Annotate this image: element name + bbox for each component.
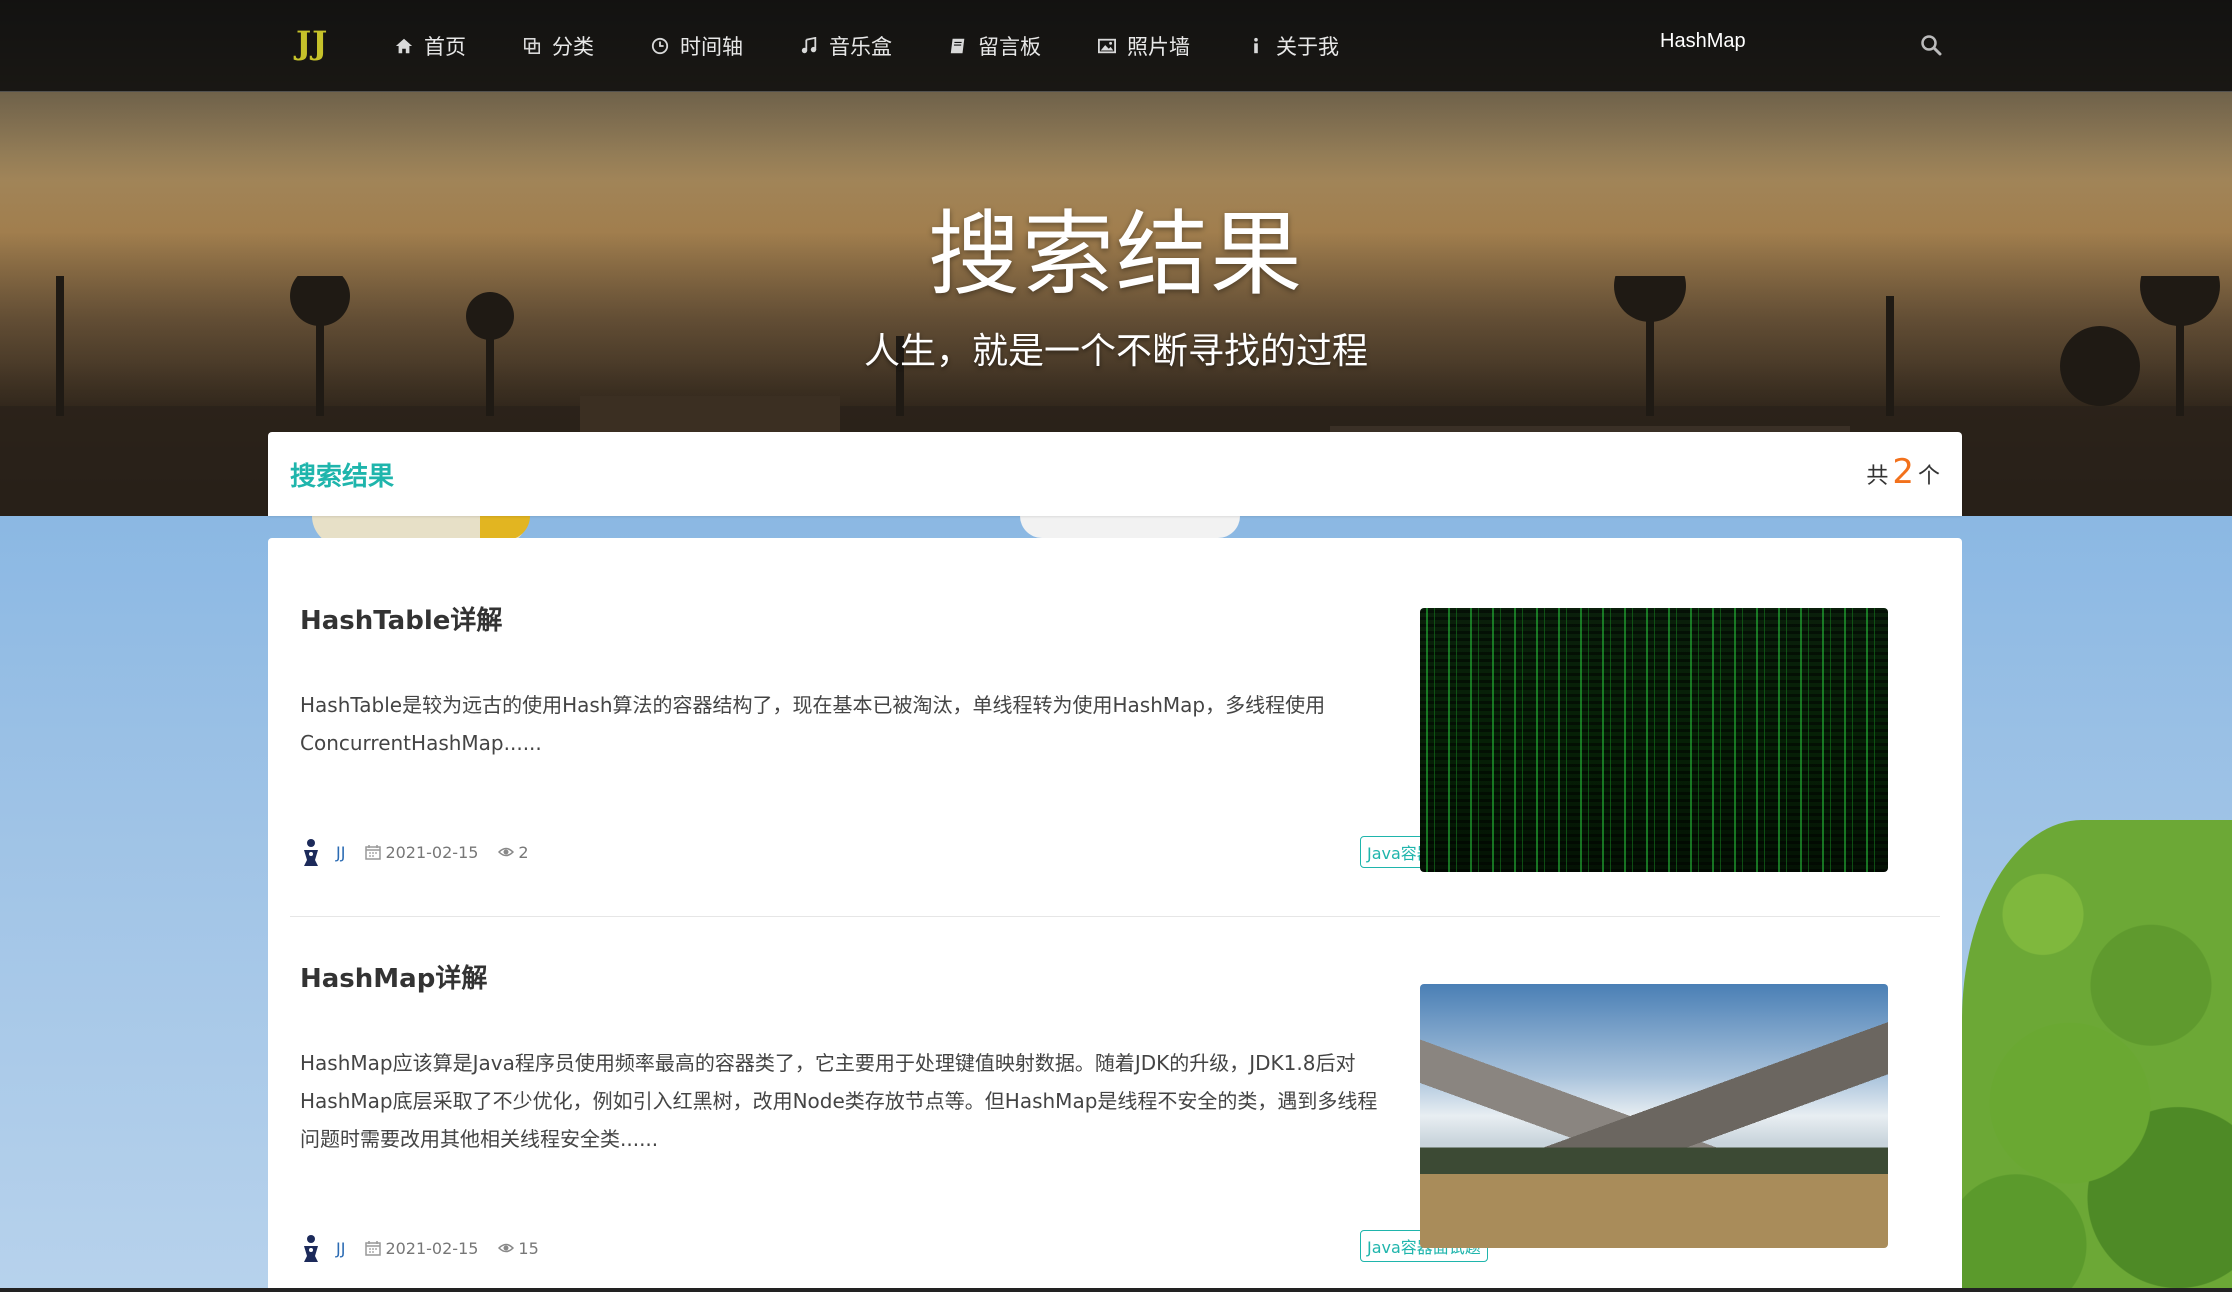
nav-item-photos[interactable]: 照片墙 — [1097, 0, 1190, 92]
view-count: 2 — [498, 842, 529, 862]
result-description: HashTable是较为远古的使用Hash算法的容器结构了，现在基本已被淘汰，单… — [300, 693, 1326, 755]
hero-title: 搜索结果 — [927, 201, 1304, 308]
nav-item-music[interactable]: 音乐盒 — [799, 0, 892, 92]
results-count: 共 2 个 — [1866, 452, 1940, 492]
copy-icon — [522, 36, 542, 56]
eye-icon — [498, 847, 515, 857]
result-title[interactable]: HashTable详解 — [300, 600, 502, 637]
search-icon[interactable] — [1920, 34, 1942, 56]
home-icon — [394, 36, 414, 56]
brand-logo[interactable]: JJ — [296, 24, 328, 62]
nav-item-about[interactable]: 关于我 — [1246, 0, 1339, 92]
calendar-icon — [365, 1241, 382, 1256]
views-text: 2 — [518, 842, 529, 862]
result-meta: JJ 2021-02-15 15 — [300, 1232, 559, 1264]
bottom-bar — [0, 1288, 2232, 1292]
nav-item-guestbook[interactable]: 留言板 — [948, 0, 1041, 92]
post-date: 2021-02-15 — [365, 843, 478, 862]
nav-item-label: 首页 — [424, 35, 466, 59]
author-name[interactable]: JJ — [336, 843, 345, 862]
book-icon — [948, 36, 968, 56]
nav-item-label: 分类 — [552, 35, 594, 59]
date-text: 2021-02-15 — [385, 842, 479, 862]
background-tree — [1962, 820, 2232, 1292]
clock-icon — [650, 36, 670, 56]
hero-subtitle: 人生，就是一个不断寻找的过程 — [863, 331, 1368, 372]
mountain-landscape-image[interactable] — [1420, 984, 1888, 1248]
result-title[interactable]: HashMap详解 — [300, 958, 487, 995]
count-number: 2 — [1892, 452, 1914, 492]
post-date: 2021-02-15 — [365, 1239, 478, 1258]
count-prefix: 共 — [1866, 464, 1889, 489]
nav-item-home[interactable]: 首页 — [394, 0, 466, 92]
nav-menu: 首页 分类 时间轴 音乐盒 留言板 照片墙 关于我 — [394, 0, 1395, 92]
result-meta: JJ 2021-02-15 2 — [300, 836, 549, 868]
view-count: 15 — [498, 1238, 539, 1258]
views-text: 15 — [518, 1238, 539, 1258]
nav-item-label: 照片墙 — [1127, 35, 1190, 59]
matrix-code-image[interactable] — [1420, 608, 1888, 872]
results-header: 搜索结果 共 2 个 — [268, 432, 1962, 516]
author-name[interactable]: JJ — [336, 1239, 345, 1258]
nav-item-label: 关于我 — [1276, 35, 1339, 59]
calendar-icon — [365, 845, 382, 860]
image-icon — [1097, 36, 1117, 56]
results-list: HashTable详解 HashTable是较为远古的使用Hash算法的容器结构… — [268, 538, 1962, 1292]
music-icon — [799, 36, 819, 56]
nav-item-timeline[interactable]: 时间轴 — [650, 0, 743, 92]
avatar[interactable] — [300, 1232, 322, 1264]
search-input[interactable] — [1660, 30, 1880, 53]
divider — [290, 916, 1940, 917]
date-text: 2021-02-15 — [385, 1238, 479, 1258]
results-header-title: 搜索结果 — [290, 462, 395, 492]
nav-item-category[interactable]: 分类 — [522, 0, 594, 92]
nav-item-label: 留言板 — [978, 35, 1041, 59]
count-suffix: 个 — [1917, 464, 1940, 489]
avatar[interactable] — [300, 836, 322, 868]
result-description: HashMap应该算是Java程序员使用频率最高的容器类了，它主要用于处理键值映… — [300, 1051, 1378, 1151]
background-decoration — [1020, 516, 1240, 538]
info-icon — [1246, 36, 1266, 56]
nav-item-label: 音乐盒 — [829, 35, 892, 59]
eye-icon — [498, 1243, 515, 1253]
top-navbar: JJ 首页 分类 时间轴 音乐盒 留言板 照片墙 关于我 HashMap — [0, 0, 2232, 92]
nav-item-label: 时间轴 — [680, 35, 743, 59]
